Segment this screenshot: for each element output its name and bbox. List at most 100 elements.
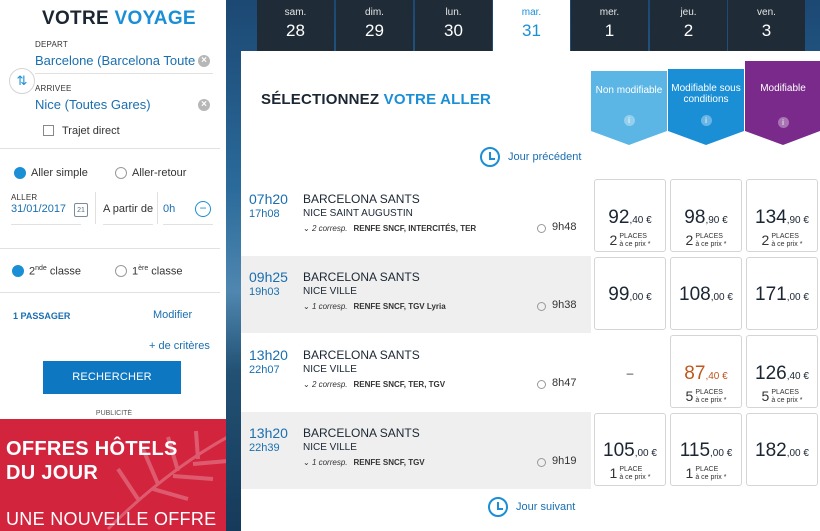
sidebar-title: VOTRE VOYAGE xyxy=(42,8,196,29)
price-value: 108,00 € xyxy=(679,284,733,305)
arrival-time: 17h08 xyxy=(249,208,280,220)
chevron-down-icon: ⌄ xyxy=(303,380,310,389)
price-value: 98,90 € xyxy=(684,207,728,228)
arrivee-field[interactable]: Nice (Toutes Gares) xyxy=(35,97,195,112)
search-sidebar: VOTRE VOYAGE DEPART Barcelone (Barcelona… xyxy=(0,0,228,531)
connections-info[interactable]: ⌄ 2 corresp. RENFE SNCF, TER, TGV xyxy=(303,380,445,389)
modifier-passagers-link[interactable]: Modifier xyxy=(153,309,192,321)
price-modifiable-conditions[interactable]: 115,00 € 1 PLACE à ce prix * xyxy=(670,413,742,486)
day-tab-jeu[interactable]: jeu. 2 xyxy=(650,0,727,51)
tariff-non-modifiable: Non modifiable i xyxy=(591,71,667,145)
clear-depart-icon[interactable]: × xyxy=(198,55,210,67)
places-left: 2 PLACES à ce prix * xyxy=(685,231,727,248)
price-value: 126,40 € xyxy=(755,363,809,384)
aller-label: ALLER xyxy=(11,193,38,202)
aller-retour-radio[interactable] xyxy=(115,167,127,179)
info-icon[interactable]: i xyxy=(623,115,635,126)
classe-2-label: 2nde classe xyxy=(29,265,82,278)
depart-label: DEPART xyxy=(35,40,68,49)
departure-time: 09h25 xyxy=(249,269,288,285)
ad-subline: UNE NOUVELLE OFFRE xyxy=(6,509,217,529)
duration-clock-icon xyxy=(537,380,546,389)
classe-1-radio[interactable] xyxy=(115,265,127,277)
info-icon[interactable]: i xyxy=(700,115,712,126)
calendar-icon[interactable]: 21 xyxy=(74,203,88,217)
swap-stations-button[interactable]: ⇅ xyxy=(9,68,35,94)
places-left: 1 PLACE à ce prix * xyxy=(685,464,727,481)
price-non-modifiable-unavailable: – xyxy=(594,335,666,408)
aller-simple-radio[interactable] xyxy=(14,167,26,179)
train-row[interactable]: 09h25 19h03 BARCELONA SANTS NICE VILLE ⌄… xyxy=(241,256,591,333)
price-modifiable[interactable]: 171,00 € xyxy=(746,257,818,330)
connections-info[interactable]: ⌄ 2 corresp. RENFE SNCF, INTERCITÉS, TER xyxy=(303,224,476,233)
day-tab-sam[interactable]: sam. 28 xyxy=(257,0,334,51)
next-day-clock-icon[interactable] xyxy=(488,497,508,517)
trip-duration: 9h48 xyxy=(552,221,577,233)
aller-date-field[interactable]: 31/01/2017 xyxy=(11,203,66,215)
price-value: 134,90 € xyxy=(755,207,809,228)
trip-duration: 9h19 xyxy=(552,455,577,467)
price-non-modifiable[interactable]: 99,00 € xyxy=(594,257,666,330)
to-station: NICE VILLE xyxy=(303,286,357,297)
train-row[interactable]: 07h20 17h08 BARCELONA SANTS NICE SAINT A… xyxy=(241,178,591,255)
connections-info[interactable]: ⌄ 1 corresp. RENFE SNCF, TGV xyxy=(303,458,425,467)
from-station: BARCELONA SANTS xyxy=(303,192,420,206)
trajet-direct-checkbox[interactable] xyxy=(43,125,54,136)
price-non-modifiable[interactable]: 92,40 € 2 PLACES à ce prix * xyxy=(594,179,666,252)
plus-criteres-link[interactable]: + de critères xyxy=(149,340,210,352)
depart-field[interactable]: Barcelone (Barcelona Toutes Gares) xyxy=(35,53,195,68)
price-modifiable-conditions[interactable]: 108,00 € xyxy=(670,257,742,330)
to-station: NICE VILLE xyxy=(303,442,357,453)
price-modifiable-conditions[interactable]: 98,90 € 2 PLACES à ce prix * xyxy=(670,179,742,252)
swap-arrows-icon: ⇅ xyxy=(16,73,28,88)
price-modifiable[interactable]: 134,90 € 2 PLACES à ce prix * xyxy=(746,179,818,252)
price-value: 171,00 € xyxy=(755,284,809,305)
hotel-ad-banner[interactable]: PUBLICITÉ OFFRES HÔTELS DU JOUR UNE NOUVE… xyxy=(0,409,228,531)
duration-clock-icon xyxy=(537,224,546,233)
divider xyxy=(163,224,213,225)
train-row[interactable]: 13h20 22h07 BARCELONA SANTS NICE VILLE ⌄… xyxy=(241,334,591,411)
info-icon[interactable]: i xyxy=(777,117,789,128)
departure-time: 13h20 xyxy=(249,425,288,441)
ad-headline: OFFRES HÔTELS DU JOUR xyxy=(6,438,178,484)
duration-clock-icon xyxy=(537,458,546,467)
jour-suivant-link[interactable]: Jour suivant xyxy=(516,501,575,513)
previous-day-clock-icon[interactable] xyxy=(480,147,500,167)
day-tab-mer[interactable]: mer. 1 xyxy=(571,0,648,51)
tariff-modifiable: Modifiable i xyxy=(745,61,820,145)
aller-simple-label: Aller simple xyxy=(31,167,88,179)
passagers-count: 1 PASSAGER xyxy=(13,311,71,321)
aller-retour-label: Aller-retour xyxy=(132,167,187,179)
arrivee-label: ARRIVEE xyxy=(35,84,72,93)
day-tab-mar-selected[interactable]: mar. 31 xyxy=(493,0,570,51)
connections-info[interactable]: ⌄ 1 corresp. RENFE SNCF, TGV Lyria xyxy=(303,302,446,311)
price-value: 105,00 € xyxy=(603,440,657,461)
classe-2-radio[interactable] xyxy=(12,265,24,277)
classe-1-label: 1ère classe xyxy=(132,265,183,278)
price-modifiable[interactable]: 182,00 € xyxy=(746,413,818,486)
price-value: 99,00 € xyxy=(608,284,652,305)
heure-field[interactable]: 0h xyxy=(163,203,175,215)
train-row[interactable]: 13h20 22h39 BARCELONA SANTS NICE VILLE ⌄… xyxy=(241,412,591,489)
arrival-time: 22h07 xyxy=(249,364,280,376)
divider xyxy=(157,192,158,224)
chevron-down-icon: ⌄ xyxy=(303,302,310,311)
chevron-down-icon: ⌄ xyxy=(303,224,310,233)
day-tab-ven[interactable]: ven. 3 xyxy=(728,0,805,51)
ad-tag: PUBLICITÉ xyxy=(0,409,228,419)
price-value: 87,40 € xyxy=(684,363,728,384)
price-value: 115,00 € xyxy=(679,440,733,461)
rechercher-button[interactable]: RECHERCHER xyxy=(43,361,181,394)
price-modifiable-conditions[interactable]: 87,40 € 5 PLACES à ce prix * xyxy=(670,335,742,408)
divider xyxy=(0,248,220,249)
price-modifiable[interactable]: 126,40 € 5 PLACES à ce prix * xyxy=(746,335,818,408)
day-tab-dim[interactable]: dim. 29 xyxy=(336,0,413,51)
day-tab-lun[interactable]: lun. 30 xyxy=(415,0,492,51)
price-non-modifiable[interactable]: 105,00 € 1 PLACE à ce prix * xyxy=(594,413,666,486)
jour-precedent-link[interactable]: Jour précédent xyxy=(508,151,581,163)
from-station: BARCELONA SANTS xyxy=(303,270,420,284)
trip-duration: 8h47 xyxy=(552,377,577,389)
to-station: NICE VILLE xyxy=(303,364,357,375)
time-decrease-icon[interactable]: − xyxy=(195,201,211,217)
clear-arrivee-icon[interactable]: × xyxy=(198,99,210,111)
